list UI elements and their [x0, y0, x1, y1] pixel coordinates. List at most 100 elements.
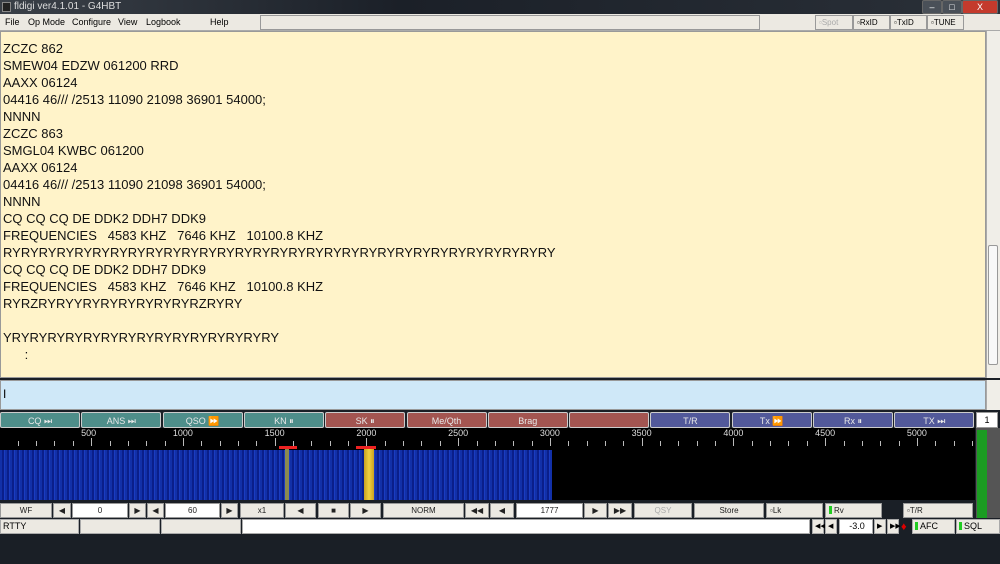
- scale-label: 1500: [264, 428, 285, 438]
- app-icon: [2, 2, 11, 12]
- macro-button[interactable]: QSO ⏩: [162, 412, 243, 428]
- macro-button[interactable]: TX ⏭: [894, 412, 975, 428]
- reverse-toggle[interactable]: Rv: [825, 503, 882, 518]
- squelch-field[interactable]: -3.0: [839, 519, 873, 534]
- scale-tick: [549, 438, 551, 446]
- scale-tick: [458, 438, 460, 446]
- wf-mode-button[interactable]: WF: [0, 503, 52, 518]
- menu-file[interactable]: File: [5, 17, 20, 27]
- rx-line: 04416 46/// /2513 11090 21098 36901 5400…: [3, 92, 266, 107]
- freq-fast-up-button[interactable]: ▶▶: [608, 503, 632, 518]
- scale-tick: [91, 438, 93, 446]
- text-cursor: I: [3, 387, 7, 401]
- offset-left-button[interactable]: ◀: [53, 503, 71, 518]
- rxid-toggle[interactable]: ▫RxID: [853, 15, 890, 30]
- status-message: [242, 519, 810, 534]
- menu-op-mode[interactable]: Op Mode: [28, 17, 65, 27]
- signal-trace: [364, 446, 374, 500]
- macro-button[interactable]: KN ⏸: [243, 412, 324, 428]
- rx-line: AAXX 06124: [3, 160, 78, 175]
- squelch-up[interactable]: ▶: [874, 519, 886, 534]
- transmit-scrollbar[interactable]: [986, 380, 1000, 410]
- rx-line: NNNN: [3, 109, 41, 124]
- tr-toggle[interactable]: ▫T/R: [903, 503, 973, 518]
- wf-speed-button[interactable]: NORM: [383, 503, 464, 518]
- scale-label: 2000: [356, 428, 377, 438]
- rx-line: :: [3, 347, 29, 362]
- macro-button[interactable]: Me/Qth: [406, 412, 487, 428]
- scale-label: 4000: [723, 428, 744, 438]
- macro-button[interactable]: Tx ⏩: [731, 412, 812, 428]
- frequency-scale[interactable]: 500 1000 1500 2000 2500 3000 3500 4000 4500 5000: [0, 428, 975, 446]
- zoom-button[interactable]: x1: [240, 503, 284, 518]
- offset-field[interactable]: 0: [72, 503, 128, 518]
- macro-button[interactable]: Brag: [487, 412, 568, 428]
- sql-toggle[interactable]: SQL: [956, 519, 1000, 534]
- menu-bar: File Op Mode Configure View Logbook Help…: [0, 14, 1000, 31]
- scale-label: 3500: [631, 428, 652, 438]
- frequency-field[interactable]: 1777: [516, 503, 583, 518]
- macro-set-button[interactable]: 1: [976, 412, 998, 428]
- rx-line: YRYRYRYRYRYRYRYRYRYRYRYRYRYRYRY: [3, 330, 280, 345]
- qsy-button[interactable]: QSY: [634, 503, 692, 518]
- speed-field[interactable]: 60: [165, 503, 220, 518]
- macro-button[interactable]: CQ ⏭: [0, 412, 80, 428]
- afc-toggle[interactable]: AFC: [912, 519, 955, 534]
- macro-button[interactable]: [569, 412, 650, 428]
- stop-button[interactable]: ■: [318, 503, 349, 518]
- scale-label: 4500: [815, 428, 836, 438]
- tune-toggle[interactable]: ▫TUNE: [927, 15, 964, 30]
- rx-marker: [356, 446, 376, 449]
- transmit-text-area[interactable]: I: [0, 380, 986, 410]
- store-button[interactable]: Store: [694, 503, 764, 518]
- menu-logbook[interactable]: Logbook: [146, 17, 181, 27]
- maximize-button[interactable]: □: [942, 0, 962, 14]
- rx-line: NNNN: [3, 194, 41, 209]
- signal-trace: [285, 446, 289, 500]
- macro-button[interactable]: T/R: [650, 412, 731, 428]
- rx-line: CQ CQ CQ DE DDK2 DDH7 DDK9: [3, 262, 206, 277]
- squelch-fast-down[interactable]: ◀◀: [812, 519, 826, 534]
- scale-tick: [641, 438, 643, 446]
- pan-right-button[interactable]: ▶: [350, 503, 381, 518]
- tx-indicator-icon: ♦: [901, 521, 907, 533]
- status-field: [80, 519, 160, 534]
- speed-right-button[interactable]: ▶: [221, 503, 238, 518]
- scale-label: 2500: [448, 428, 469, 438]
- scale-label: 5000: [906, 428, 927, 438]
- scale-tick: [825, 438, 827, 446]
- rx-line: SMGL04 KWBC 061200: [3, 143, 144, 158]
- mode-status: RTTY: [0, 519, 79, 534]
- rx-line: AAXX 06124: [3, 75, 78, 90]
- freq-fast-down-button[interactable]: ◀◀: [465, 503, 489, 518]
- speed-left-button[interactable]: ◀: [147, 503, 164, 518]
- rx-line: [3, 312, 983, 329]
- rx-line: ZCZC 862: [3, 41, 63, 56]
- macro-button[interactable]: ANS ⏭: [81, 412, 162, 428]
- scale-tick: [733, 438, 735, 446]
- menu-help[interactable]: Help: [210, 17, 229, 27]
- scale-label: 500: [81, 428, 97, 438]
- scale-label: 3000: [539, 428, 560, 438]
- lock-toggle[interactable]: ▫Lk: [766, 503, 823, 518]
- macro-button[interactable]: SK ⏸: [325, 412, 406, 428]
- minimize-button[interactable]: –: [922, 0, 942, 14]
- freq-down-button[interactable]: ◀: [490, 503, 514, 518]
- macro-button[interactable]: Rx ⏸: [813, 412, 893, 428]
- squelch-fast-up[interactable]: ▶▶: [887, 519, 901, 534]
- offset-right-button[interactable]: ▶: [129, 503, 146, 518]
- menu-configure[interactable]: Configure: [72, 17, 111, 27]
- txid-toggle[interactable]: ▫TxID: [890, 15, 927, 30]
- rx-line: RYRYRYRYRYRYRYRYRYRYRYRYRYRYRYRYRYRYRYRY…: [3, 245, 556, 260]
- menu-view[interactable]: View: [118, 17, 137, 27]
- squelch-down[interactable]: ◀: [825, 519, 837, 534]
- pan-left-button[interactable]: ◀: [285, 503, 316, 518]
- freq-up-button[interactable]: ▶: [584, 503, 607, 518]
- spot-toggle[interactable]: ▫Spot: [815, 15, 853, 30]
- waterfall-signal: [0, 450, 552, 500]
- rx-line: CQ CQ CQ DE DDK2 DDH7 DDK9: [3, 211, 206, 226]
- scrollbar-thumb[interactable]: [988, 245, 998, 365]
- close-button[interactable]: X: [962, 0, 998, 14]
- receive-text-area[interactable]: ZCZC 862 SMEW04 EDZW 061200 RRD AAXX 06124…: [0, 31, 986, 378]
- waterfall[interactable]: [0, 446, 975, 500]
